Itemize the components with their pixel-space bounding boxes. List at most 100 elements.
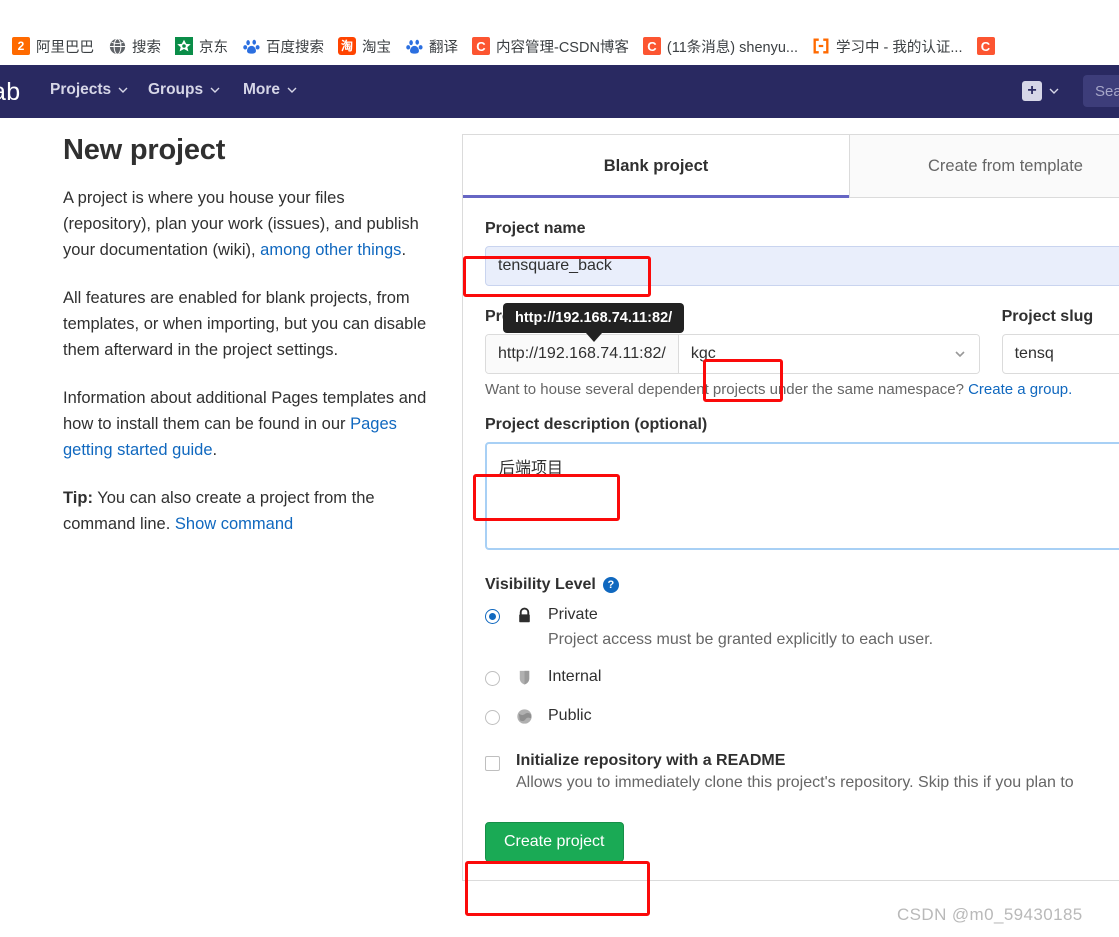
visibility-private-texts: Private Project access must be granted e… [548,604,1119,652]
bookmark-label: 搜索 [132,39,161,56]
readme-checkbox[interactable] [485,756,500,771]
visibility-internal-title: Internal [548,668,602,685]
readme-description: Allows you to immediately clone this pro… [516,774,1074,791]
form-body: Project name tensquare_back Project URL … [463,198,1119,880]
jd-favicon [175,37,193,55]
chevron-down-icon [210,85,220,94]
page-body: New project A project is where you house… [0,118,1119,937]
bookmark-alibaba[interactable]: 2 阿里巴巴 [6,33,100,59]
project-slug-input[interactable]: tensq [1001,334,1119,374]
radio-public[interactable] [485,710,500,725]
bookmark-label: 内容管理-CSDN博客 [496,39,629,56]
omnibox-row: ↻ 不安全 | 192.168.74.11:82/projects/new [0,0,1119,22]
bookmark-taobao[interactable]: 淘 淘宝 [332,33,397,59]
among-other-things-link[interactable]: among other things [260,241,401,259]
visibility-option-private[interactable]: Private Project access must be granted e… [485,604,1119,652]
create-project-button[interactable]: Create project [485,822,624,862]
readme-label: Initialize repository with a README [516,752,786,769]
csdn-favicon: C [976,37,995,55]
url-tooltip: http://192.168.74.11:82/ [503,303,685,342]
visibility-public-texts: Public [548,705,1119,730]
search-placeholder: Sea [1095,82,1119,100]
namespace-value: kgc [690,345,716,362]
project-name-label: Project name [485,220,586,237]
csdn-favicon: C [472,37,490,55]
project-slug-value: tensq [1014,345,1054,362]
bookmark-csdn-message[interactable]: C (11条消息) shenyu... [637,33,804,59]
plus-icon: + [1022,81,1042,101]
visibility-private-title: Private [548,606,598,623]
bookmark-label: 翻译 [429,39,458,56]
tab-blank-project[interactable]: Blank project [463,135,850,198]
bookmark-label: 百度搜索 [266,39,324,56]
pages-text-end: . [212,441,218,459]
tip-paragraph: Tip: You can also create a project from … [63,485,433,537]
lock-icon [516,607,538,652]
new-project-form-panel: Blank project Create from template Proje… [462,134,1119,881]
visibility-option-public[interactable]: Public [485,705,1119,730]
bookmark-csdn-content[interactable]: C 内容管理-CSDN博客 [466,33,635,59]
project-slug-label: Project slug [1001,308,1094,325]
project-url-combo[interactable]: http://192.168.74.11:82/ kgc [485,334,980,374]
create-group-link[interactable]: Create a group. [968,381,1072,398]
page-title: New project [63,134,226,166]
bookmark-label: 淘宝 [362,39,391,56]
taobao-favicon: 淘 [338,37,356,55]
chevron-down-icon [287,85,297,94]
intro-text-end: . [401,241,407,259]
project-name-input[interactable]: tensquare_back [485,246,1119,286]
csdn-watermark: CSDN @m0_59430185 [897,905,1083,924]
form-tabs: Blank project Create from template [463,135,1119,198]
chevron-down-icon [953,347,967,361]
bookmark-fanyi[interactable]: 翻译 [399,33,464,59]
nav-item-groups[interactable]: Groups [148,81,220,99]
tip-label: Tip: [63,489,93,507]
nav-label: Groups [148,81,204,98]
new-menu[interactable]: + [1022,81,1059,101]
bookmark-baidu-search[interactable]: 百度搜索 [236,33,330,59]
tab-create-from-template[interactable]: Create from template [850,135,1119,197]
bookmark-label: 学习中 - 我的认证... [836,39,963,56]
intro-column: New project A project is where you house… [63,134,433,559]
visibility-option-internal[interactable]: Internal [485,666,1119,691]
visibility-internal-texts: Internal [548,666,1119,691]
bookmark-label: 京东 [199,39,228,56]
intro-paragraph-1: A project is where you house your files … [63,185,433,263]
baidu-favicon [405,37,423,55]
bookmark-sousuo[interactable]: 搜索 [102,33,167,59]
visibility-level-label: Visibility Level [485,576,596,593]
radio-internal[interactable] [485,671,500,686]
show-command-link[interactable]: Show command [175,515,293,533]
project-slug-group: Project slug tensq [1001,308,1119,374]
gitlab-logo-text[interactable]: ab [0,78,21,107]
project-description-group: Project description (optional) 后端项目 [485,416,1119,550]
nav-label: More [243,81,281,98]
shield-icon [516,669,538,691]
bookmark-study[interactable]: 学习中 - 我的认证... [806,33,968,59]
intro-paragraph-2: All features are enabled for blank proje… [63,289,427,359]
radio-private[interactable] [485,609,500,624]
baidu-favicon [242,37,260,55]
visibility-public-title: Public [548,707,592,724]
project-name-field-group: Project name tensquare_back [485,220,1119,286]
project-url-prefix: http://192.168.74.11:82/ [486,335,679,373]
csdn-favicon: C [642,37,661,55]
bookmark-csdn-last[interactable]: C [971,33,1001,59]
visibility-private-desc: Project access must be granted explicitl… [548,631,934,648]
nav-item-more[interactable]: More [243,81,297,99]
namespace-select[interactable]: kgc [678,335,979,373]
project-description-textarea[interactable]: 后端项目 [485,442,1119,550]
namespace-hint: Want to house several dependent projects… [485,381,1119,398]
bookmark-jd[interactable]: 京东 [169,33,234,59]
nav-item-projects[interactable]: Projects [50,81,128,99]
intro-paragraph-3: Information about additional Pages templ… [63,385,433,463]
globe-favicon [108,37,126,55]
search-input[interactable]: Sea [1083,75,1119,107]
tab-label: Create from template [928,156,1083,175]
chevron-down-icon [1049,86,1059,95]
help-circle-icon[interactable]: ? [602,577,619,593]
readme-group[interactable]: Initialize repository with a README Allo… [485,752,1119,792]
bookmark-label: 阿里巴巴 [36,39,94,56]
nav-label: Projects [50,81,112,98]
chevron-down-icon [118,85,128,94]
